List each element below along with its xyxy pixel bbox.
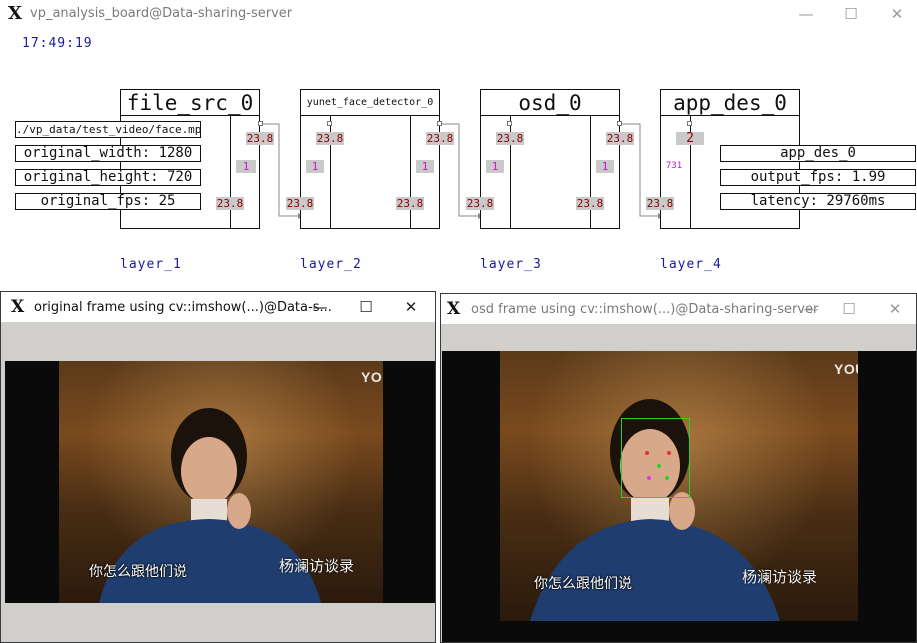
- original-frame-window[interactable]: X original frame using cv::imshow(...)@D…: [0, 291, 436, 643]
- node-title-osd[interactable]: osd_0: [480, 89, 620, 116]
- show-watermark: 杨澜访谈录: [279, 557, 355, 575]
- original-frame-image: YOUKU ➤ 你怎么跟他们说 杨澜访谈录: [5, 361, 435, 603]
- layer-label: layer_3: [480, 257, 542, 272]
- original-frame-title-bar[interactable]: X original frame using cv::imshow(...)@D…: [1, 292, 435, 322]
- input-port[interactable]: [327, 121, 332, 126]
- x-logo-icon: X: [11, 297, 25, 317]
- node-divider: [230, 115, 231, 229]
- in-count-badge: 731: [665, 161, 683, 171]
- out-fps-badge: 23.8: [576, 197, 604, 210]
- node-divider: [590, 115, 591, 229]
- osd-frame-title-bar[interactable]: X osd frame using cv::imshow(...)@Data-s…: [441, 294, 916, 324]
- out-fps-badge: 23.8: [216, 197, 244, 210]
- node-title-yunet[interactable]: yunet_face_detector_0: [300, 89, 440, 116]
- in-fps-badge: 23.8: [286, 197, 314, 210]
- show-watermark: 杨澜访谈录: [742, 568, 818, 586]
- node-title-app-des[interactable]: app_des_0: [660, 89, 800, 116]
- field-latency: latency: 29760ms: [720, 193, 916, 210]
- node-divider: [410, 115, 411, 229]
- field-file-path: ./vp_data/test_video/face.mp4: [15, 121, 201, 138]
- x-logo-icon: X: [447, 299, 461, 319]
- video-subtitle: 你怎么跟他们说: [534, 576, 632, 592]
- field-app-des-name: app_des_0: [720, 145, 916, 162]
- in-fps-badge: 23.8: [466, 197, 494, 210]
- out-queue-badge: 1: [596, 160, 614, 173]
- input-port[interactable]: [687, 121, 692, 126]
- out-fps-badge: 23.8: [246, 132, 274, 145]
- in-queue-badge: 2: [676, 132, 704, 145]
- close-icon[interactable]: ✕: [885, 299, 905, 319]
- osd-frame-window[interactable]: X osd frame using cv::imshow(...)@Data-s…: [440, 293, 917, 643]
- original-frame-title: original frame using cv::imshow(...)@Dat…: [34, 300, 332, 315]
- input-port[interactable]: [507, 121, 512, 126]
- in-queue-badge: 1: [486, 160, 504, 173]
- output-port[interactable]: [258, 121, 263, 126]
- out-fps-badge: 23.8: [606, 132, 634, 145]
- out-fps-badge: 23.8: [426, 132, 454, 145]
- video-scene: YOUKU ➤ 你怎么跟他们说 杨澜访谈录: [500, 351, 858, 621]
- minimize-icon[interactable]: —: [310, 297, 330, 317]
- video-subtitle: 你怎么跟他们说: [89, 564, 187, 580]
- field-output-fps: output_fps: 1.99: [720, 169, 916, 186]
- maximize-icon[interactable]: ☐: [356, 297, 376, 317]
- youku-logo: YOUKU: [834, 361, 858, 377]
- out-queue-badge: 1: [416, 160, 434, 173]
- youku-logo: YOUKU: [361, 369, 383, 385]
- field-original-fps: original_fps: 25: [15, 193, 201, 210]
- close-icon[interactable]: ✕: [401, 297, 421, 317]
- layer-label: layer_4: [660, 257, 722, 272]
- in-fps-badge: 23.8: [646, 197, 674, 210]
- osd-frame-image: YOUKU ➤ 你怎么跟他们说 杨澜访谈录: [442, 351, 916, 642]
- in-fps-badge: 23.8: [496, 132, 524, 145]
- layer-label: layer_2: [300, 257, 362, 272]
- field-original-width: original_width: 1280: [15, 145, 201, 162]
- face-landmark-icon: [645, 451, 671, 480]
- output-port[interactable]: [437, 121, 442, 126]
- output-port[interactable]: [617, 121, 622, 126]
- minimize-icon[interactable]: —: [801, 299, 821, 319]
- in-fps-badge: 23.8: [316, 132, 344, 145]
- in-queue-badge: 1: [306, 160, 324, 173]
- out-queue-badge: 1: [236, 160, 256, 173]
- layer-label: layer_1: [120, 257, 182, 272]
- node-title-file-src[interactable]: file_src_0: [120, 89, 260, 116]
- video-scene: YOUKU ➤ 你怎么跟他们说 杨澜访谈录: [59, 361, 383, 603]
- out-fps-badge: 23.8: [396, 197, 424, 210]
- osd-frame-title: osd frame using cv::imshow(...)@Data-sha…: [471, 302, 819, 317]
- field-original-height: original_height: 720: [15, 169, 201, 186]
- maximize-icon[interactable]: ☐: [839, 299, 859, 319]
